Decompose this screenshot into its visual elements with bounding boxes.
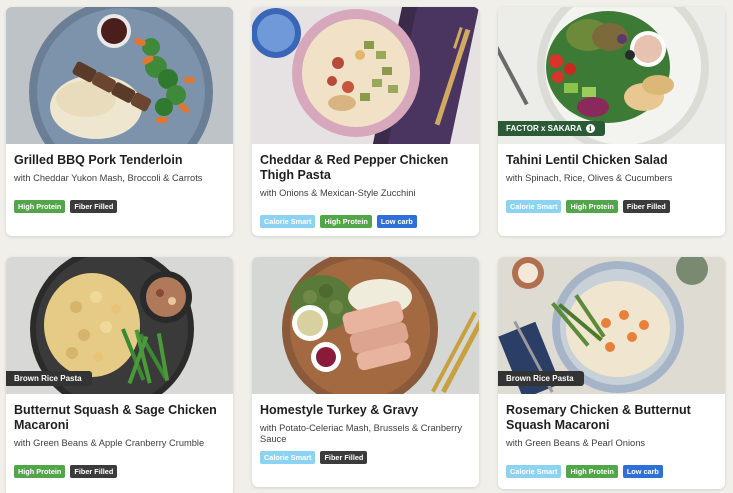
meal-card[interactable]: Cheddar & Red Pepper Chicken Thigh Pasta… [252, 7, 479, 236]
meal-card[interactable]: FACTOR x SAKARA i Tahini Lentil Chicken … [498, 7, 725, 236]
meal-title[interactable]: Grilled BBQ Pork Tenderloin [14, 153, 225, 168]
meal-title[interactable]: Homestyle Turkey & Gravy [260, 403, 471, 418]
tag-low-carb: Low carb [376, 215, 417, 228]
meal-title[interactable]: Cheddar & Red Pepper Chicken Thigh Pasta [260, 153, 471, 183]
tag-high-protein: High Protein [14, 200, 66, 213]
meal-card[interactable]: Homestyle Turkey & Gravy with Potato-Cel… [252, 257, 479, 487]
meal-image [6, 7, 233, 144]
meal-tags: High Protein Fiber Filled [14, 465, 225, 478]
tag-high-protein: High Protein [320, 215, 372, 228]
meal-title[interactable]: Butternut Squash & Sage Chicken Macaroni [14, 403, 225, 433]
meal-card[interactable]: Brown Rice Pasta Butternut Squash & Sage… [6, 257, 233, 493]
meal-tags: High Protein Fiber Filled [14, 200, 225, 213]
tag-high-protein: High Protein [14, 465, 66, 478]
meal-image: Brown Rice Pasta [498, 257, 725, 394]
meal-subtitle: with Potato-Celeriac Mash, Brussels & Cr… [260, 423, 463, 444]
meal-tags: Calorie Smart High Protein Low carb [506, 465, 717, 478]
meal-card[interactable]: Brown Rice Pasta Rosemary Chicken & Butt… [498, 257, 725, 489]
tag-calorie-smart: Calorie Smart [506, 200, 562, 213]
pasta-badge: Brown Rice Pasta [6, 371, 92, 386]
tag-calorie-smart: Calorie Smart [260, 215, 316, 228]
meal-tags: Calorie Smart Fiber Filled [260, 451, 471, 464]
tag-fiber-filled: Fiber Filled [70, 465, 118, 478]
meal-card[interactable]: Grilled BBQ Pork Tenderloin with Cheddar… [6, 7, 233, 236]
tag-fiber-filled: Fiber Filled [320, 451, 368, 464]
pasta-badge: Brown Rice Pasta [498, 371, 584, 386]
meal-subtitle: with Green Beans & Pearl Onions [506, 438, 646, 448]
meal-tags: Calorie Smart High Protein Low carb [260, 215, 471, 228]
tag-fiber-filled: Fiber Filled [70, 200, 118, 213]
pasta-badge-label: Brown Rice Pasta [14, 374, 82, 383]
info-icon[interactable]: i [585, 124, 595, 133]
tag-fiber-filled: Fiber Filled [622, 200, 670, 213]
meal-image [252, 7, 479, 144]
meal-subtitle: with Spinach, Rice, Olives & Cucumbers [506, 173, 673, 183]
meal-tags: Calorie Smart High Protein Fiber Filled [506, 200, 717, 213]
collab-badge-label: FACTOR x SAKARA [506, 124, 582, 133]
meal-image: FACTOR x SAKARA i [498, 7, 725, 144]
tag-low-carb: Low carb [622, 465, 663, 478]
tag-high-protein: High Protein [566, 465, 618, 478]
tag-calorie-smart: Calorie Smart [506, 465, 562, 478]
meal-subtitle: with Onions & Mexican-Style Zucchini [260, 188, 416, 198]
tag-calorie-smart: Calorie Smart [260, 451, 316, 464]
meal-image [252, 257, 479, 394]
tag-high-protein: High Protein [566, 200, 618, 213]
meal-title[interactable]: Rosemary Chicken & Butternut Squash Maca… [506, 403, 717, 433]
pasta-badge-label: Brown Rice Pasta [506, 374, 574, 383]
meal-subtitle: with Cheddar Yukon Mash, Broccoli & Carr… [14, 173, 203, 183]
meal-title[interactable]: Tahini Lentil Chicken Salad [506, 153, 717, 168]
meal-subtitle: with Green Beans & Apple Cranberry Crumb… [14, 438, 205, 448]
collab-badge: FACTOR x SAKARA i [498, 121, 605, 136]
meal-image: Brown Rice Pasta [6, 257, 233, 394]
